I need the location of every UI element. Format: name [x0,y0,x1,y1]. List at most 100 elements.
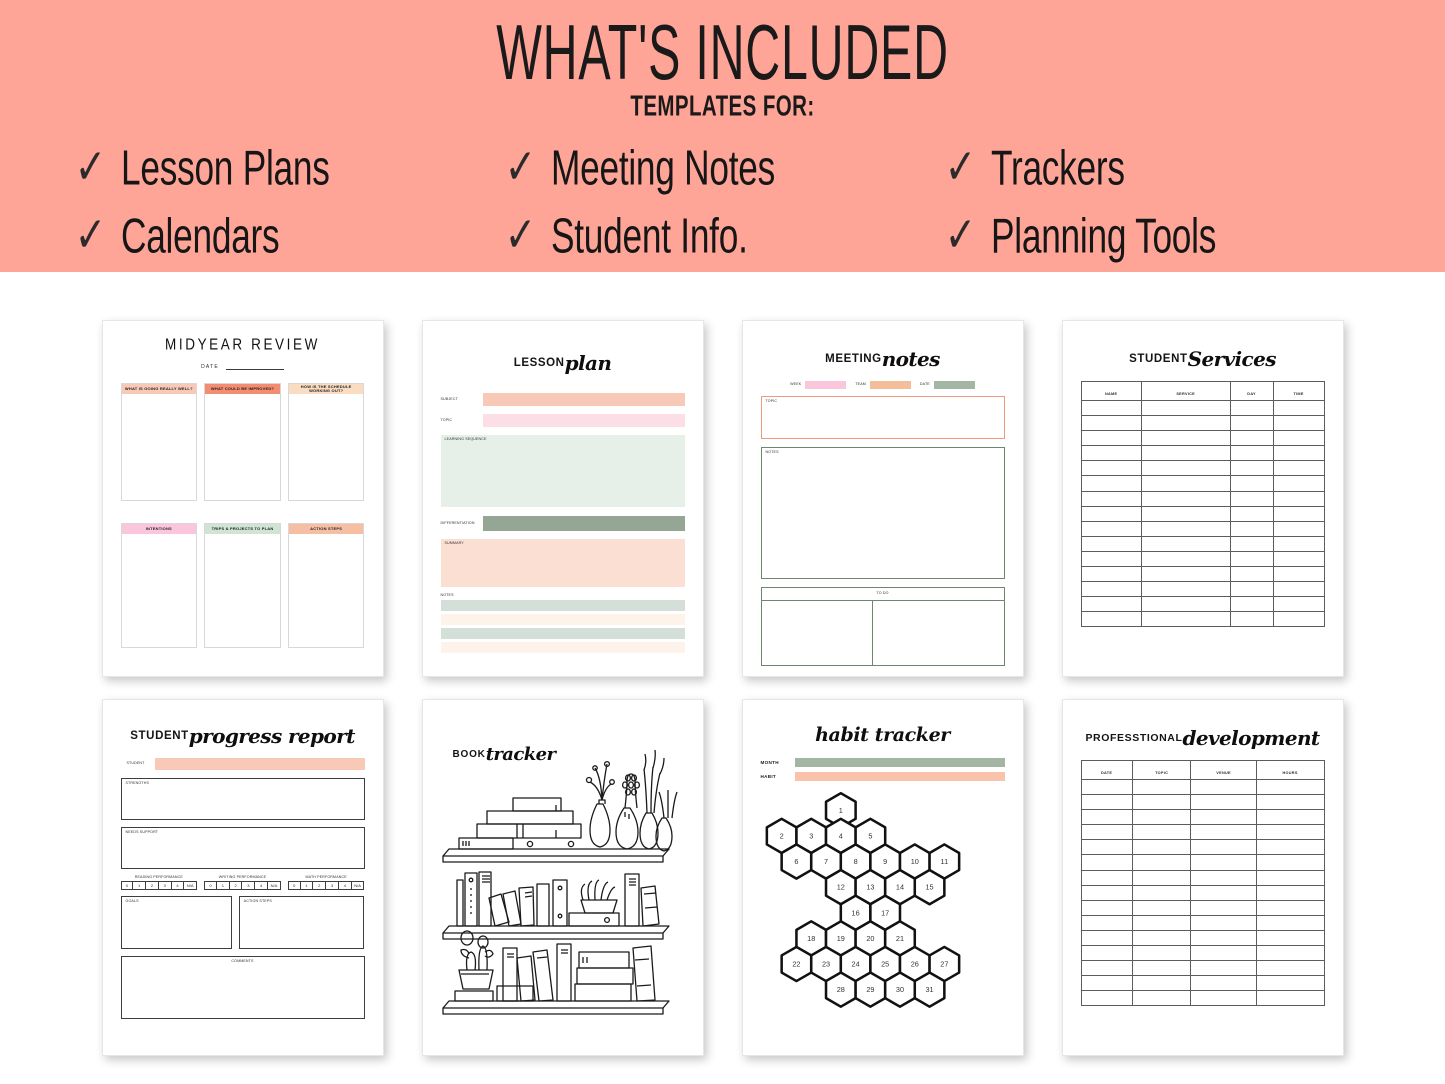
table-cell[interactable] [1080,535,1142,552]
scale-cell[interactable]: 4 [254,881,269,891]
review-box-body[interactable] [205,534,280,647]
table-cell[interactable] [1272,520,1325,537]
table-cell[interactable] [1131,778,1192,796]
table-cell[interactable] [1140,505,1231,522]
table-row[interactable] [1080,596,1325,613]
table-cell[interactable] [1255,929,1325,947]
field-student[interactable]: STUDENT [121,758,365,770]
table-cell[interactable] [1229,399,1274,417]
field-input[interactable] [794,758,1005,767]
table-cell[interactable] [1272,445,1325,462]
table-cell[interactable] [1080,460,1142,477]
table-cell[interactable] [1272,475,1325,492]
table-cell[interactable] [1140,430,1231,447]
table-cell[interactable] [1131,899,1192,916]
table-row[interactable] [1080,854,1325,871]
scale-cell[interactable]: N/A [350,881,365,891]
todo-column-right[interactable] [873,601,1003,665]
table-body[interactable] [1080,778,1325,1007]
table-cell[interactable] [1131,824,1192,841]
template-card-midyear-review[interactable]: MIDYEAR REVIEW DATE WHAT IS GOING REALLY… [101,320,384,677]
scale-cell[interactable]: N/A [267,881,281,891]
table-cell[interactable] [1080,596,1142,613]
field-comments[interactable]: COMMENTS [120,956,365,1020]
field-strengths[interactable]: STRENGTHS [120,778,365,820]
table-cell[interactable] [1080,899,1133,916]
table-cell[interactable] [1131,809,1192,826]
table-cell[interactable] [1080,550,1142,568]
template-card-professional-development[interactable]: PROFESSTIONALdevelopment DATE TOPIC VENU… [1061,699,1344,1056]
table-cell[interactable] [1190,854,1257,871]
table-row[interactable] [1080,794,1325,811]
scale-cell[interactable]: 4 [170,881,185,891]
table-cell[interactable] [1272,535,1325,552]
table-cell[interactable] [1229,596,1274,613]
table-cell[interactable] [1131,914,1192,931]
field-habit[interactable]: HABIT [761,772,1005,781]
table-cell[interactable] [1229,566,1274,583]
scale-cell[interactable]: 4 [337,881,352,891]
table-cell[interactable] [1131,929,1192,947]
table-row[interactable] [1080,490,1325,507]
table-row[interactable] [1080,535,1325,552]
table-cell[interactable] [1272,505,1325,522]
honeycomb-icon[interactable]: 12 3 4 56 7 8 9 10 1112 13 14 1516 1718 19 20 2122 23 24 2… [761,788,1005,1018]
table-body[interactable] [1080,399,1325,628]
table-cell[interactable] [1272,399,1325,417]
table-cell[interactable] [1229,550,1274,568]
table-cell[interactable] [1229,460,1274,477]
table-cell[interactable] [1080,975,1133,992]
table-cell[interactable] [1272,460,1325,477]
table-cell[interactable] [1080,884,1133,901]
table-row[interactable] [1080,884,1325,901]
table-cell[interactable] [1131,990,1192,1007]
field-input[interactable] [869,381,911,389]
table-cell[interactable] [1272,415,1325,432]
table-cell[interactable] [1255,990,1325,1007]
review-box[interactable]: WHAT COULD BE IMPROVED? [204,383,281,501]
note-line[interactable] [440,641,685,653]
review-box-body[interactable] [121,394,197,500]
table-cell[interactable] [1229,430,1274,447]
table-cell[interactable] [1080,945,1133,962]
field-subject[interactable]: SUBJECT [441,393,685,406]
table-cell[interactable] [1229,520,1274,537]
table-cell[interactable] [1255,899,1325,916]
scale-cell[interactable]: 1 [215,881,230,891]
table-cell[interactable] [1080,824,1133,841]
table-cell[interactable] [1190,990,1257,1007]
table-cell[interactable] [1190,809,1257,826]
field-input[interactable] [794,772,1005,781]
table-row[interactable] [1080,550,1325,568]
table-cell[interactable] [1140,535,1231,552]
table-cell[interactable] [1255,960,1325,977]
table-cell[interactable] [1131,869,1192,886]
review-box[interactable]: TRIPS & PROJECTS TO PLAN [204,523,281,648]
field-input[interactable] [482,516,685,531]
table-cell[interactable] [1190,778,1257,796]
table-cell[interactable] [1140,445,1231,462]
table-cell[interactable] [1080,520,1142,537]
table-cell[interactable] [1140,399,1231,417]
table-cell[interactable] [1255,975,1325,992]
table-row[interactable] [1080,809,1325,826]
table-cell[interactable] [1272,581,1325,598]
scale-cells[interactable]: 0 1 2 3 4 N/A [204,881,281,891]
review-box-body[interactable] [288,394,364,500]
template-card-student-services[interactable]: STUDENTServices NAME SERVICE DAY TIME [1061,320,1344,677]
table-row[interactable] [1080,899,1325,916]
scale-writing[interactable]: WRITING PERFORMANCE 0 1 2 3 4 N/A [204,875,281,891]
table-row[interactable] [1080,505,1325,522]
table-row[interactable] [1080,990,1325,1007]
review-box[interactable]: HOW IS THE SCHEDULE WORKING OUT? [287,383,365,501]
table-cell[interactable] [1080,581,1142,598]
table-cell[interactable] [1080,914,1133,931]
todo-column-left[interactable] [762,601,874,665]
table-cell[interactable] [1255,809,1325,826]
table-cell[interactable] [1255,914,1325,931]
table-cell[interactable] [1255,778,1325,796]
table-cell[interactable] [1255,869,1325,886]
table-row[interactable] [1080,839,1325,856]
table-cell[interactable] [1131,854,1192,871]
scale-cell[interactable]: 1 [132,881,147,891]
